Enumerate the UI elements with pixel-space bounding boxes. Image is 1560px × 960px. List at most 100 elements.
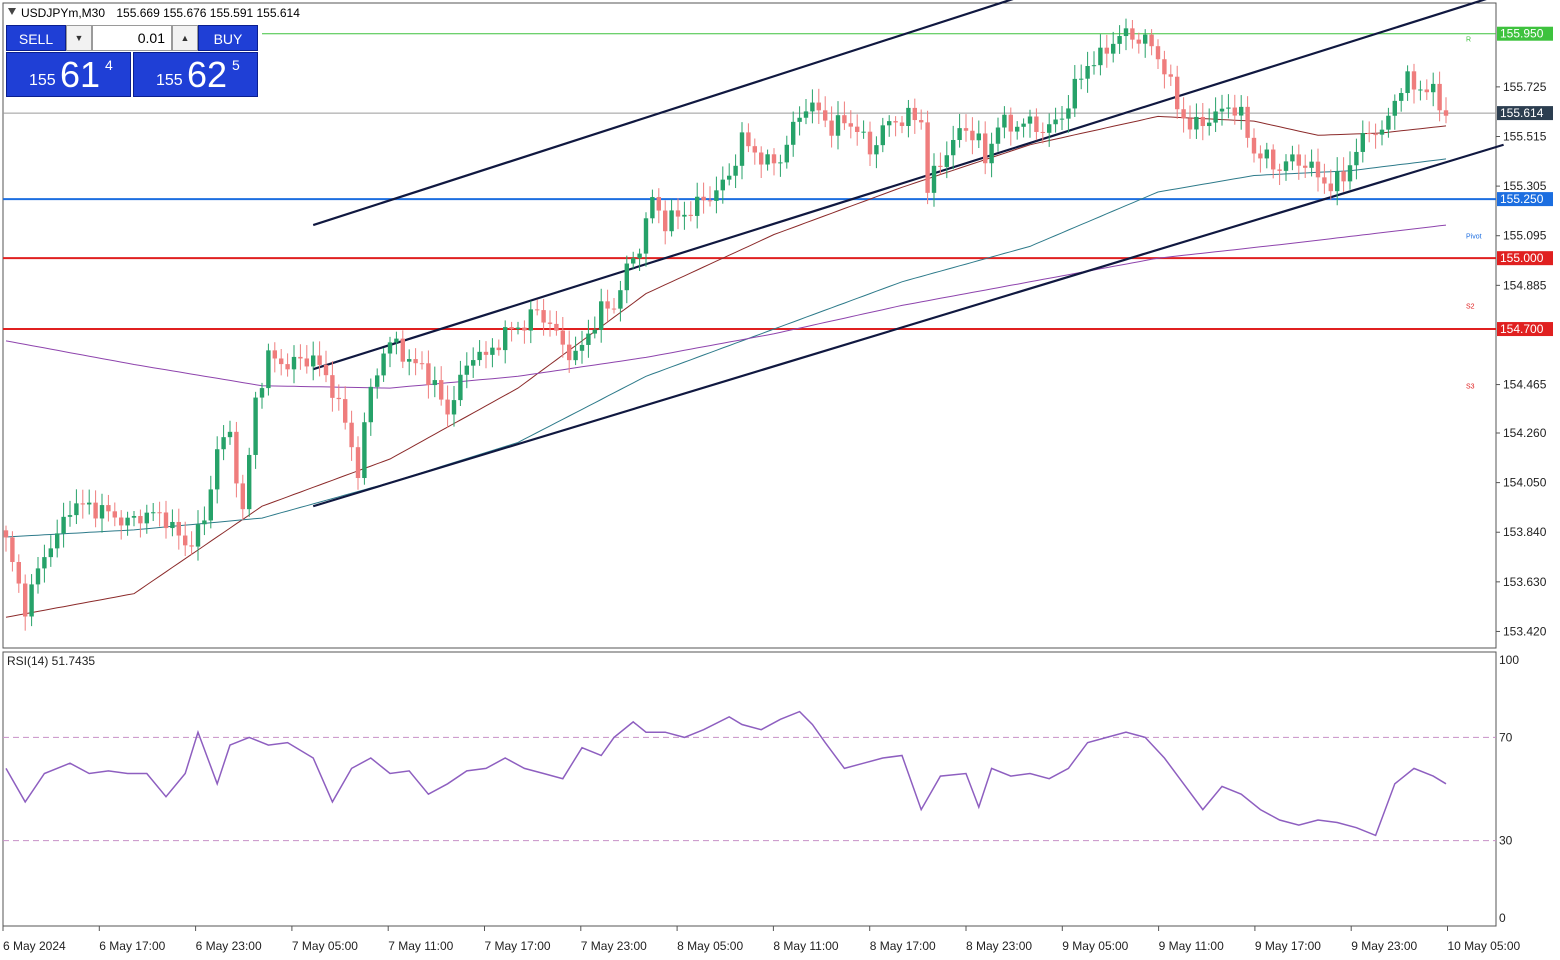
candle (1021, 118, 1026, 138)
candle (906, 99, 911, 138)
candle (1053, 107, 1058, 133)
candle-body (426, 363, 431, 386)
candle (87, 489, 92, 515)
buy-price-box[interactable]: 155 62 5 (133, 52, 258, 97)
candle-body (1290, 154, 1295, 162)
candle-body (291, 356, 297, 370)
candle (848, 110, 853, 139)
candle-body (509, 327, 514, 329)
candle-body (74, 503, 79, 516)
buy-price-sup: 5 (232, 57, 240, 73)
candle-body (349, 422, 354, 448)
candle-body (637, 253, 642, 259)
candle (823, 96, 828, 128)
sell-button[interactable]: SELL (6, 25, 66, 51)
candle (528, 300, 533, 344)
candle (1181, 97, 1186, 133)
candle-body (413, 359, 418, 364)
candle-body (983, 133, 988, 164)
candle-body (131, 515, 137, 518)
chart-canvas[interactable]: 155.950 155.250 155.000 154.700 R Pivot S2 S3 1… (0, 0, 1560, 960)
candle (1219, 94, 1225, 126)
candle (1251, 128, 1257, 163)
candle-body (733, 165, 738, 176)
pivot-label-3: S3 (1466, 384, 1475, 391)
candle (266, 343, 271, 396)
candle (893, 116, 898, 137)
price-tick-label: 154.465 (1503, 378, 1547, 392)
candle (464, 352, 469, 389)
candle (202, 506, 207, 536)
candle (215, 436, 220, 504)
candle (1335, 157, 1340, 206)
candle-body (381, 353, 386, 376)
candle-body (1264, 149, 1269, 159)
candle-body (1271, 149, 1276, 170)
candle (951, 125, 956, 170)
candle-body (695, 196, 700, 216)
sell-price-big: 61 (60, 54, 101, 95)
sell-price-box[interactable]: 155 61 4 (6, 52, 131, 97)
candle-body (1015, 126, 1020, 132)
candle (240, 474, 245, 521)
candle (912, 98, 917, 134)
candle (432, 366, 437, 398)
candle-body (1162, 59, 1167, 75)
candle-body (727, 175, 732, 180)
lot-size-input[interactable] (92, 25, 172, 51)
time-tick-label: 6 May 17:00 (99, 939, 165, 953)
channel-line-1[interactable] (312, 0, 1503, 371)
candle (842, 101, 847, 130)
candle (669, 199, 674, 237)
candle-body (1347, 165, 1353, 182)
candle (515, 321, 521, 335)
buy-button[interactable]: BUY (198, 25, 258, 51)
candle-body (656, 197, 661, 211)
candle (381, 348, 386, 382)
candle (925, 110, 930, 205)
candle (234, 421, 239, 498)
candle (714, 176, 719, 214)
candle (567, 330, 572, 373)
candle-body (144, 512, 149, 524)
candle (1123, 18, 1129, 51)
lot-decrease-arrow-icon[interactable]: ▼ (66, 25, 92, 51)
price-tick-label: 153.420 (1503, 624, 1547, 638)
candle-body (336, 397, 341, 400)
price-tick-label: 155.305 (1503, 179, 1547, 193)
candle-body (67, 515, 73, 517)
candle (560, 316, 565, 358)
candle (477, 340, 482, 366)
rsi-line (5, 710, 1447, 837)
candle-body (931, 165, 937, 193)
candle (631, 251, 636, 269)
collapse-triangle-icon[interactable] (8, 8, 16, 15)
candle (112, 502, 117, 527)
candle (445, 385, 450, 428)
time-tick-label: 10 May 05:00 (1448, 939, 1521, 953)
candle (336, 384, 341, 411)
candle (675, 198, 681, 230)
candle-body (355, 447, 361, 479)
candle (791, 111, 796, 157)
candle (1015, 121, 1020, 140)
candle (887, 115, 892, 137)
candle (765, 149, 770, 171)
candle-body (1367, 133, 1372, 135)
candle-body (631, 258, 636, 264)
candle (739, 122, 745, 180)
candle (1239, 95, 1244, 130)
candle (535, 299, 540, 316)
candle-body (1405, 71, 1410, 94)
lot-increase-arrow-icon[interactable]: ▲ (172, 25, 198, 51)
price-tick-label: 154.885 (1503, 278, 1547, 292)
candle (618, 280, 623, 322)
candle-body (394, 338, 399, 343)
candle-body (951, 139, 956, 156)
candle-body (995, 127, 1001, 144)
candle-body (1117, 36, 1122, 44)
candle-body (176, 521, 181, 536)
candle-body (938, 165, 943, 167)
candle (861, 120, 866, 139)
candle (1085, 51, 1090, 93)
